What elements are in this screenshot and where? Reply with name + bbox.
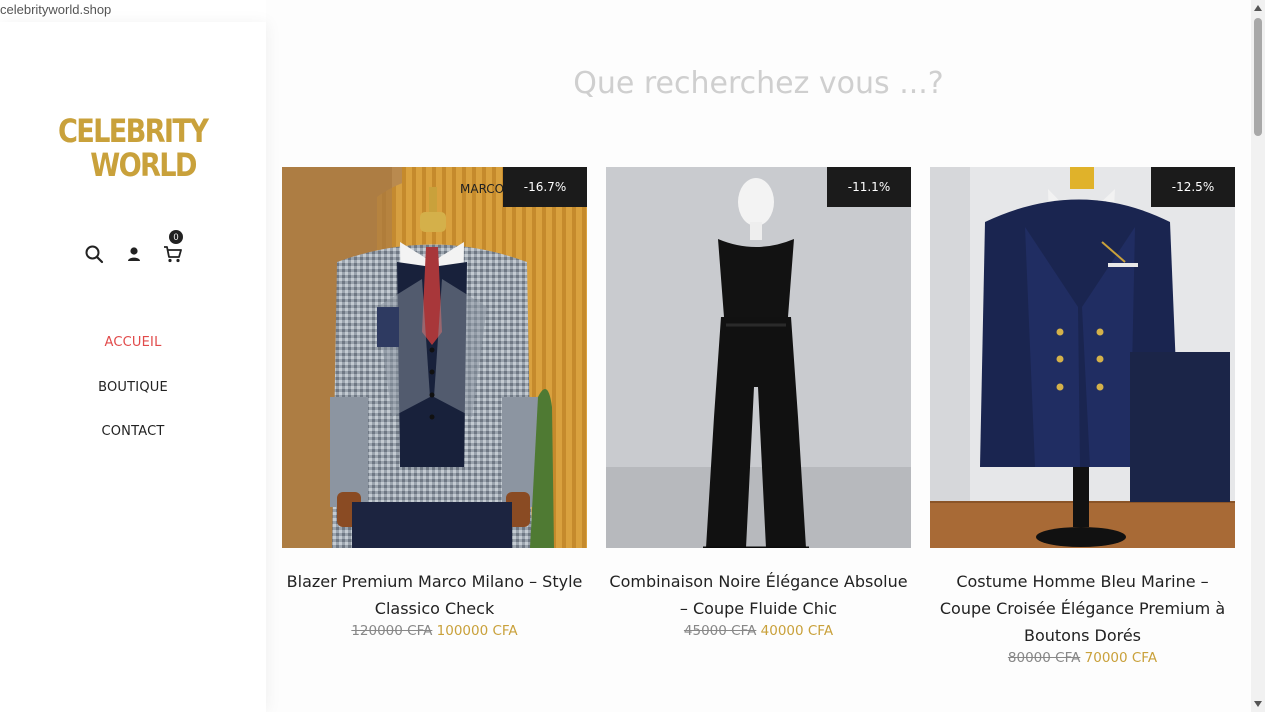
search-icon[interactable] [84,244,104,264]
cart-icon[interactable] [163,244,183,264]
sale-price: 70000 CFA [1084,650,1158,666]
page-scrollbar[interactable] [1251,0,1265,712]
product-price: 80000 CFA 70000 CFA [930,650,1235,666]
old-price: 80000 CFA [1007,650,1081,666]
scroll-down-arrow-icon[interactable] [1254,701,1262,707]
search-prompt-title[interactable]: Que recherchez vous ...? [266,66,1251,101]
sidebar: CELEBRITY WORLD 0 ACCUEIL BOUTIQUE CONTA… [0,22,266,712]
scroll-thumb[interactable] [1254,18,1262,136]
product-image[interactable]: -12.5% [930,167,1235,548]
old-price: 45000 CFA [683,623,757,639]
header-icons: 0 [84,230,194,266]
product-card[interactable]: MARCO -16.7% Blazer Premium Marco Milano… [282,167,587,639]
logo-line-2: WORLD [90,146,197,184]
product-name[interactable]: Combinaison Noire Élégance Absolue – Cou… [606,568,911,622]
site-url-label: celebrityworld.shop [0,2,112,17]
discount-badge: -11.1% [827,167,911,207]
product-card[interactable]: -11.1% Combinaison Noire Élégance Absolu… [606,167,911,639]
old-price: 120000 CFA [351,623,433,639]
discount-badge: -12.5% [1151,167,1235,207]
scroll-up-arrow-icon[interactable] [1254,5,1262,11]
brand-logo[interactable]: CELEBRITY WORLD [58,112,209,184]
product-image[interactable]: MARCO -16.7% [282,167,587,548]
user-icon[interactable] [124,244,144,264]
logo-line-1: CELEBRITY [58,112,209,150]
product-price: 45000 CFA 40000 CFA [606,623,911,639]
product-price: 120000 CFA 100000 CFA [282,623,587,639]
brand-tag-text: MARCO [460,182,504,196]
nav-item-accueil[interactable]: ACCUEIL [0,335,266,380]
nav-item-contact[interactable]: CONTACT [0,424,266,469]
product-name[interactable]: Costume Homme Bleu Marine – Coupe Croisé… [930,568,1235,649]
sale-price: 100000 CFA [436,623,518,639]
nav-item-boutique[interactable]: BOUTIQUE [0,380,266,425]
product-card[interactable]: -12.5% Costume Homme Bleu Marine – Coupe… [930,167,1235,666]
sale-price: 40000 CFA [760,623,834,639]
cart-count-badge: 0 [169,230,183,244]
main-nav: ACCUEIL BOUTIQUE CONTACT [0,335,266,469]
product-name[interactable]: Blazer Premium Marco Milano – Style Clas… [282,568,587,622]
product-image[interactable]: -11.1% [606,167,911,548]
discount-badge: -16.7% [503,167,587,207]
